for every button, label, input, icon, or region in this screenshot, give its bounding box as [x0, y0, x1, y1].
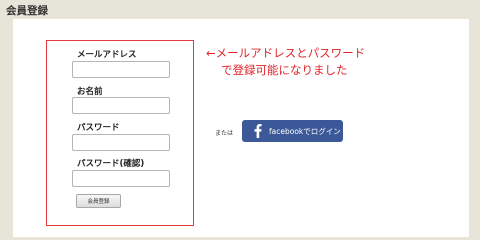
facebook-login-button[interactable]: facebookでログイン — [242, 120, 343, 142]
register-button[interactable]: 会員登録 — [76, 194, 121, 208]
facebook-f-icon — [252, 120, 264, 142]
password-field[interactable] — [72, 134, 170, 151]
email-label: メールアドレス — [77, 50, 137, 60]
annotation-note: ←メールアドレスとパスワード で登録可能になりました — [206, 45, 471, 79]
page-title: 会員登録 — [6, 5, 48, 17]
password-confirm-field[interactable] — [72, 170, 170, 187]
or-text: または — [215, 130, 234, 137]
password-label: パスワード — [77, 123, 120, 133]
password-confirm-label: パスワード(確認) — [77, 159, 145, 169]
name-label: お名前 — [77, 87, 103, 97]
annotation-line-2: で登録可能になりました — [221, 63, 348, 77]
annotation-line-1: ←メールアドレスとパスワード — [206, 46, 366, 60]
name-field[interactable] — [72, 97, 170, 114]
email-field[interactable] — [72, 61, 170, 78]
facebook-login-label: facebookでログイン — [269, 126, 341, 136]
